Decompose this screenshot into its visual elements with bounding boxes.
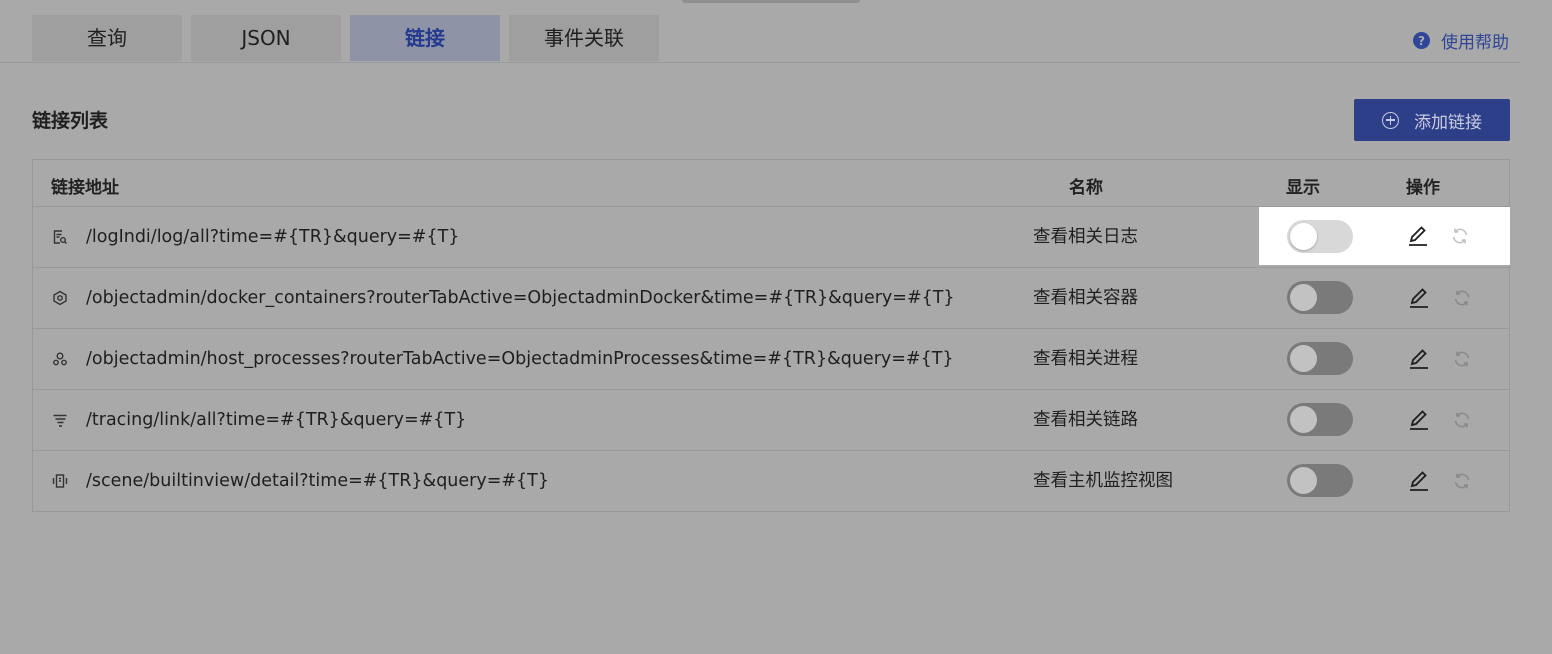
refresh-icon[interactable] (1451, 348, 1473, 370)
toggle-knob (1290, 223, 1317, 250)
name-cell: 查看相关容器 (1033, 288, 1138, 308)
url-cell: /logIndi/log/all?time=#{TR}&query=#{T} (51, 207, 459, 267)
add-link-button[interactable]: 添加链接 (1354, 99, 1510, 141)
trace-list-icon (51, 412, 69, 428)
refresh-icon[interactable] (1449, 225, 1471, 247)
plus-circle-icon (1382, 111, 1399, 129)
column-header-visible: 显示 (1286, 178, 1320, 198)
refresh-icon[interactable] (1451, 470, 1473, 492)
host-view-icon (51, 473, 69, 489)
edit-icon[interactable] (1406, 224, 1430, 248)
row-actions-highlight (1259, 207, 1510, 265)
section-title: 链接列表 (32, 110, 109, 132)
name-cell: 查看相关链路 (1033, 410, 1138, 430)
tab-event-correlation[interactable]: 事件关联 (509, 15, 659, 61)
url-cell: /objectadmin/docker_containers?routerTab… (51, 268, 955, 328)
hexagon-icon (51, 290, 69, 306)
question-circle-icon: ? (1413, 32, 1430, 49)
refresh-icon[interactable] (1451, 409, 1473, 431)
name-cell: 查看主机监控视图 (1033, 471, 1173, 491)
log-search-icon (51, 229, 69, 245)
process-icon (51, 351, 69, 367)
url-text: /objectadmin/host_processes?routerTabAct… (86, 349, 954, 369)
edit-icon[interactable] (1407, 408, 1431, 432)
visibility-toggle[interactable] (1287, 342, 1353, 375)
edit-icon[interactable] (1407, 286, 1431, 310)
table-row: /scene/builtinview/detail?time=#{TR}&que… (33, 451, 1509, 511)
url-cell: /tracing/link/all?time=#{TR}&query=#{T} (51, 390, 466, 450)
toggle-knob (1290, 467, 1317, 494)
name-cell: 查看相关日志 (1033, 227, 1138, 247)
refresh-icon[interactable] (1451, 287, 1473, 309)
tab-links[interactable]: 链接 (350, 15, 500, 61)
help-link[interactable]: ? 使用帮助 (1413, 28, 1509, 53)
name-cell: 查看相关进程 (1033, 349, 1138, 369)
tab-divider (0, 62, 1520, 63)
table-row: /objectadmin/host_processes?routerTabAct… (33, 329, 1509, 390)
edit-icon[interactable] (1407, 469, 1431, 493)
table-row: /objectadmin/docker_containers?routerTab… (33, 268, 1509, 329)
visibility-toggle[interactable] (1287, 403, 1353, 436)
toggle-knob (1290, 345, 1317, 372)
table-row: /tracing/link/all?time=#{TR}&query=#{T} … (33, 390, 1509, 451)
url-text: /logIndi/log/all?time=#{TR}&query=#{T} (86, 227, 460, 247)
url-text: /scene/builtinview/detail?time=#{TR}&que… (86, 471, 549, 491)
edit-icon[interactable] (1407, 347, 1431, 371)
toggle-knob (1290, 284, 1317, 311)
drawer-handle (682, 0, 860, 3)
url-cell: /objectadmin/host_processes?routerTabAct… (51, 329, 954, 389)
tab-query[interactable]: 查询 (32, 15, 182, 61)
column-header-actions: 操作 (1406, 178, 1440, 198)
toggle-knob (1290, 406, 1317, 433)
url-text: /objectadmin/docker_containers?routerTab… (86, 288, 955, 308)
visibility-toggle[interactable] (1287, 281, 1353, 314)
visibility-toggle[interactable] (1287, 464, 1353, 497)
url-text: /tracing/link/all?time=#{TR}&query=#{T} (86, 410, 467, 430)
column-header-name: 名称 (1069, 178, 1103, 198)
table-header: 链接地址 名称 显示 操作 (33, 160, 1509, 207)
tab-json[interactable]: JSON (191, 15, 341, 61)
help-label: 使用帮助 (1441, 33, 1509, 53)
visibility-toggle[interactable] (1287, 220, 1353, 253)
column-header-url: 链接地址 (51, 178, 119, 198)
url-cell: /scene/builtinview/detail?time=#{TR}&que… (51, 451, 549, 511)
add-link-label: 添加链接 (1414, 112, 1482, 133)
tab-bar: 查询 JSON 链接 事件关联 (32, 15, 668, 61)
